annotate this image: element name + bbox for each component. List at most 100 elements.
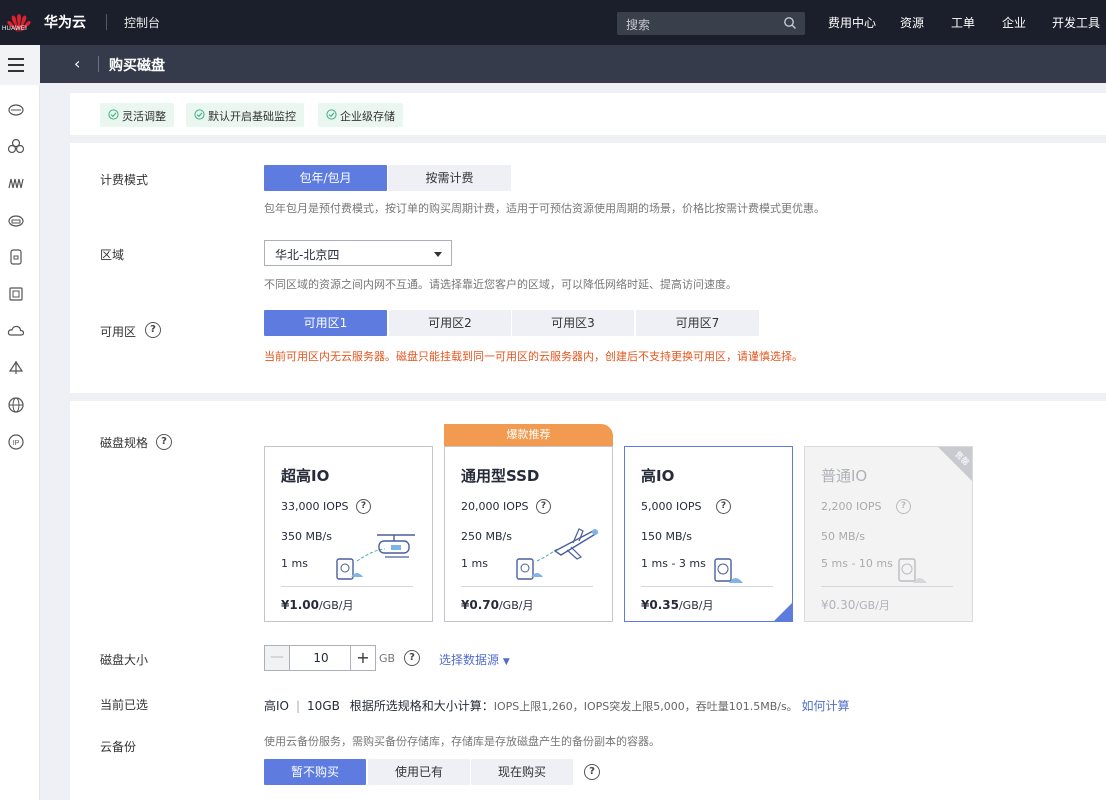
card-price: ¥0.70/GB/月 bbox=[461, 598, 534, 612]
globe-icon[interactable] bbox=[7, 396, 25, 414]
card-throughput: 150 MB/s bbox=[641, 530, 692, 543]
increase-button[interactable]: + bbox=[350, 646, 375, 670]
az-help-icon[interactable]: ? bbox=[145, 322, 161, 338]
card-latency: 1 ms - 3 ms bbox=[641, 557, 706, 570]
az-option-2[interactable]: 可用区2 bbox=[389, 310, 511, 336]
disk-size-stepper[interactable]: — 10 + bbox=[264, 645, 376, 671]
caret-down-icon: ▼ bbox=[502, 657, 510, 667]
header-divider bbox=[98, 56, 99, 72]
billing-hint: 包年包月是预付费模式，按订单的购买周期计费，适用于可预估资源使用周期的场景，价格… bbox=[264, 202, 825, 215]
card-title: 通用型SSD bbox=[461, 467, 540, 485]
cloud-icon[interactable] bbox=[7, 322, 25, 340]
huawei-logo-icon[interactable] bbox=[6, 7, 32, 39]
ip-icon[interactable]: IP bbox=[7, 433, 25, 451]
card-title: 普通IO bbox=[821, 467, 868, 485]
check-circle-icon bbox=[326, 109, 337, 120]
select-datasource-link[interactable]: 选择数据源 ▼ bbox=[439, 651, 510, 668]
selected-check-icon bbox=[774, 603, 792, 621]
chevron-down-icon bbox=[434, 252, 442, 257]
card-price: ¥0.30/GB/月 bbox=[821, 598, 890, 612]
card-divider bbox=[641, 586, 773, 587]
az-option-1[interactable]: 可用区1 bbox=[264, 310, 387, 336]
feature-badge-enterprise-storage: 企业级存储 bbox=[318, 103, 403, 127]
feature-badge-monitoring: 默认开启基础监控 bbox=[186, 103, 304, 127]
nav-tickets[interactable]: 工单 bbox=[951, 14, 975, 31]
card-iops: 20,000 IOPS bbox=[461, 500, 529, 513]
backup-option-buy-now[interactable]: 现在购买 bbox=[471, 759, 573, 785]
disk-illustration-icon bbox=[898, 558, 927, 583]
helicopter-disk-illustration-icon bbox=[336, 534, 415, 580]
spec-card-general-ssd[interactable]: 通用型SSD 20,000 IOPS ? 250 MB/s 1 ms ¥0.70… bbox=[444, 446, 613, 622]
network-wave-icon[interactable] bbox=[7, 174, 25, 192]
iops-help-icon[interactable]: ? bbox=[356, 499, 371, 514]
disk-illustration-icon bbox=[714, 558, 743, 583]
az-option-7[interactable]: 可用区7 bbox=[636, 310, 759, 336]
card-iops: 2,200 IOPS bbox=[821, 500, 882, 513]
card-latency: 5 ms - 10 ms bbox=[821, 557, 893, 570]
az-label: 可用区 bbox=[100, 325, 137, 339]
spec-help-icon[interactable]: ? bbox=[156, 434, 172, 450]
svg-text:IP: IP bbox=[13, 440, 20, 447]
iops-help-icon: ? bbox=[896, 499, 911, 514]
card-latency: 1 ms bbox=[461, 557, 488, 570]
size-unit: GB bbox=[379, 652, 396, 665]
backup-help-icon[interactable]: ? bbox=[584, 764, 600, 780]
card-throughput: 250 MB/s bbox=[461, 530, 512, 543]
spec-card-high-io[interactable]: 高IO 5,000 IOPS ? 150 MB/s 1 ms - 3 ms ¥0… bbox=[624, 446, 793, 622]
current-selection-label: 当前已选 bbox=[100, 698, 149, 712]
feature-label: 企业级存储 bbox=[340, 110, 395, 123]
disk-size-input[interactable]: 10 bbox=[290, 646, 352, 670]
spec-card-ultra-high-io[interactable]: 超高IO 33,000 IOPS ? 350 MB/s 1 ms ¥1.00/G… bbox=[264, 446, 433, 622]
billing-option-yearly-monthly[interactable]: 包年/包月 bbox=[264, 165, 387, 191]
cluster-icon[interactable] bbox=[7, 137, 25, 155]
current-selection-summary: 高IO | 10GB 根据所选规格和大小计算：IOPS上限1,260，IOPS突发上… bbox=[264, 699, 850, 713]
card-iops: 5,000 IOPS bbox=[641, 500, 702, 513]
sail-icon[interactable] bbox=[7, 359, 25, 377]
backup-hint: 使用云备份服务，需购买备份存储库，存储库是存放磁盘产生的备份副本的容器。 bbox=[264, 735, 660, 748]
top-bar: HUAWEI 华为云 控制台 搜索 费用中心 资源 工单 企业 开发工具 bbox=[0, 0, 1106, 45]
decrease-button[interactable]: — bbox=[265, 646, 290, 670]
region-hint: 不同区域的资源之间内网不互通。请选择靠近您客户的区域，可以降低网络时延、提高访问… bbox=[264, 278, 737, 291]
billing-option-pay-per-use[interactable]: 按需计费 bbox=[388, 165, 511, 191]
card-price: ¥0.35/GB/月 bbox=[641, 598, 714, 612]
search-input[interactable]: 搜索 bbox=[617, 12, 805, 35]
billing-mode-label: 计费模式 bbox=[100, 173, 149, 187]
card-throughput: 350 MB/s bbox=[281, 530, 332, 543]
region-select[interactable]: 华北-北京四 bbox=[264, 240, 452, 266]
feature-label: 灵活调整 bbox=[122, 110, 166, 123]
region-value: 华北-北京四 bbox=[275, 248, 340, 262]
az-option-3[interactable]: 可用区3 bbox=[512, 310, 634, 336]
disk-spec-label: 磁盘规格 bbox=[100, 436, 149, 450]
nav-dev-tools[interactable]: 开发工具 bbox=[1052, 14, 1100, 31]
region-label: 区域 bbox=[100, 248, 125, 262]
nav-enterprise[interactable]: 企业 bbox=[1002, 14, 1026, 31]
search-placeholder: 搜索 bbox=[626, 18, 651, 32]
top-divider bbox=[106, 14, 107, 30]
iops-help-icon[interactable]: ? bbox=[716, 499, 731, 514]
backup-option-existing[interactable]: 使用已有 bbox=[368, 759, 470, 785]
backup-option-none[interactable]: 暂不购买 bbox=[264, 759, 366, 785]
card-divider bbox=[281, 586, 413, 587]
card-latency: 1 ms bbox=[281, 557, 308, 570]
card-throughput: 50 MB/s bbox=[821, 530, 865, 543]
feature-label: 默认开启基础监控 bbox=[208, 110, 296, 123]
storage-icon[interactable] bbox=[7, 248, 25, 266]
search-icon[interactable] bbox=[783, 16, 797, 30]
iops-help-icon[interactable]: ? bbox=[536, 499, 551, 514]
menu-icon[interactable] bbox=[0, 45, 40, 85]
size-help-icon[interactable]: ? bbox=[404, 650, 420, 666]
nav-billing-center[interactable]: 费用中心 bbox=[828, 14, 876, 31]
cloud-server-icon[interactable] bbox=[7, 100, 25, 118]
cloud-disk-icon[interactable] bbox=[7, 211, 25, 229]
card-iops: 33,000 IOPS bbox=[281, 500, 349, 513]
how-to-calculate-link[interactable]: 如何计算 bbox=[802, 699, 850, 713]
recommend-ribbon: 爆款推荐 bbox=[444, 424, 613, 446]
page-header: ‹ 购买磁盘 bbox=[40, 45, 1106, 83]
feature-badge-flexible: 灵活调整 bbox=[100, 103, 174, 127]
file-storage-icon[interactable] bbox=[7, 285, 25, 303]
brand-name[interactable]: 华为云 bbox=[44, 12, 86, 32]
card-divider bbox=[821, 586, 953, 587]
console-link[interactable]: 控制台 bbox=[124, 14, 160, 31]
back-icon[interactable]: ‹ bbox=[74, 54, 80, 73]
nav-resources[interactable]: 资源 bbox=[900, 14, 924, 31]
